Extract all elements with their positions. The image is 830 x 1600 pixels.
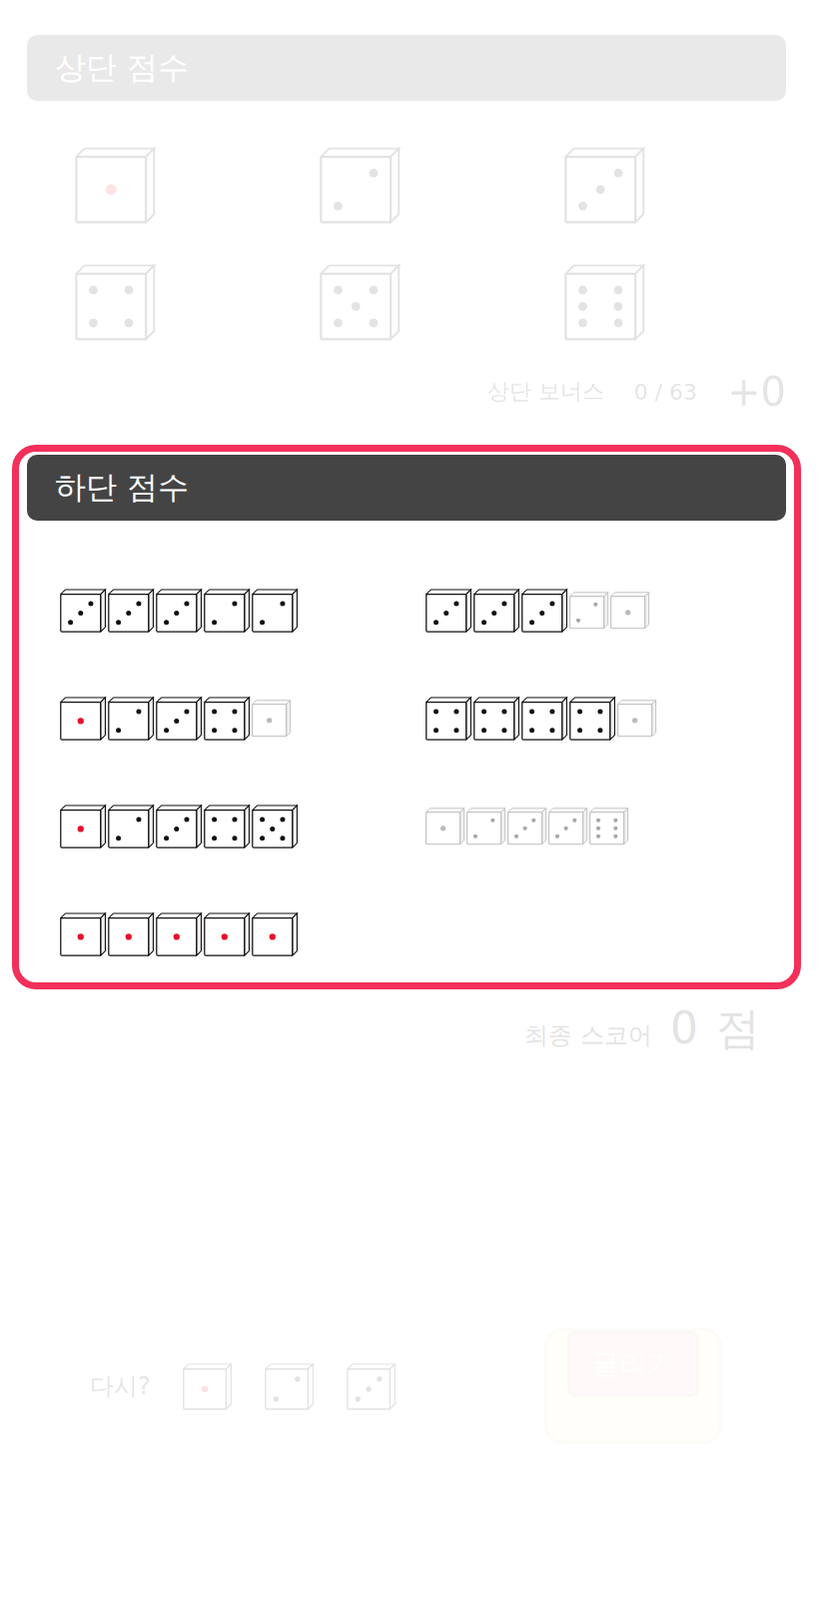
combo-die-icon — [473, 588, 521, 633]
combo-die-icon — [107, 804, 155, 848]
combo-die-icon — [155, 911, 203, 956]
roll-button-label: 굴리기 — [567, 1330, 700, 1397]
lower-header: 하단 점수 — [26, 454, 787, 521]
combo-die-icon — [203, 696, 251, 741]
combo-die-icon — [251, 804, 299, 848]
reroll-label: 다시? — [89, 1369, 151, 1402]
combo-die-icon — [203, 911, 251, 956]
reroll-die-icon — [264, 1362, 315, 1410]
bonus-row: 상단 보너스 0 / 63 +0 — [26, 368, 787, 415]
combo-die-icon — [569, 696, 617, 741]
combo-die-icon — [251, 588, 299, 633]
reroll-die-icon — [182, 1362, 233, 1410]
final-unit: 점 — [716, 998, 761, 1058]
combo-die-icon — [155, 588, 203, 633]
combo-die-icon — [203, 588, 251, 633]
upper-header: 상단 점수 — [26, 34, 787, 101]
combo-die-icon — [59, 588, 107, 633]
combo-grid — [26, 520, 787, 960]
combo-die-icon — [251, 699, 292, 738]
combo[interactable] — [59, 692, 426, 745]
upper-die-icon — [564, 146, 647, 224]
upper-die-icon — [319, 146, 402, 224]
combo-die-icon — [610, 591, 651, 630]
upper-die-icon — [319, 263, 402, 341]
yacht-page: 상단 점수상단 보너스 0 / 63 +0 하단 점수최종 스코어 0점다시? 굴리기 — [0, 0, 830, 1600]
combo-die-icon — [155, 804, 203, 848]
reroll: 다시? — [89, 1362, 397, 1410]
combo-die-icon — [251, 911, 299, 956]
bonus-value: +0 — [727, 368, 787, 415]
combo-die-icon — [425, 696, 473, 741]
final-label: 최종 스코어 — [524, 1018, 653, 1051]
combo-die-icon — [107, 911, 155, 956]
combo-die-icon — [507, 807, 548, 845]
combo-die-icon — [107, 588, 155, 633]
upper-die-icon — [564, 263, 647, 341]
combo-die-icon — [425, 807, 466, 845]
final-value: 0 — [670, 1001, 699, 1053]
combo-die-icon — [59, 911, 107, 956]
upper-section: 상단 점수상단 보너스 0 / 63 +0 — [0, 0, 830, 415]
combo-die-icon — [203, 804, 251, 848]
combo[interactable] — [59, 800, 426, 852]
combo-die-icon — [569, 591, 610, 630]
combo-die-icon — [473, 696, 521, 741]
upper-die-icon — [74, 146, 157, 224]
combo-die-icon — [521, 696, 569, 741]
combo-die-icon — [548, 807, 589, 845]
bottom-bar: 다시? 굴리기 — [0, 1057, 830, 1444]
combo[interactable] — [59, 907, 426, 960]
combo-die-icon — [155, 696, 203, 741]
combo[interactable] — [425, 692, 792, 745]
bonus-label: 상단 보너스 — [487, 376, 605, 407]
combo-die-icon — [59, 804, 107, 848]
combo-die-icon — [617, 699, 658, 738]
final-score: 최종 스코어 0점 — [0, 988, 830, 1058]
bonus-reading: 0 / 63 — [634, 379, 698, 405]
combo-die-icon — [521, 588, 569, 633]
combo-die-icon — [466, 807, 507, 845]
reroll-die-icon — [346, 1362, 397, 1410]
combo-die-icon — [425, 588, 473, 633]
lower-section: 하단 점수 — [11, 444, 802, 989]
upper-grid — [26, 100, 787, 341]
combo[interactable] — [425, 800, 792, 852]
combo-die-icon — [59, 696, 107, 741]
combo-die-icon — [107, 696, 155, 741]
combo[interactable] — [425, 584, 792, 637]
upper-die-icon — [74, 263, 157, 341]
combo-die-icon — [589, 807, 630, 845]
combo[interactable] — [59, 584, 426, 637]
roll-button[interactable]: 굴리기 — [544, 1327, 723, 1444]
